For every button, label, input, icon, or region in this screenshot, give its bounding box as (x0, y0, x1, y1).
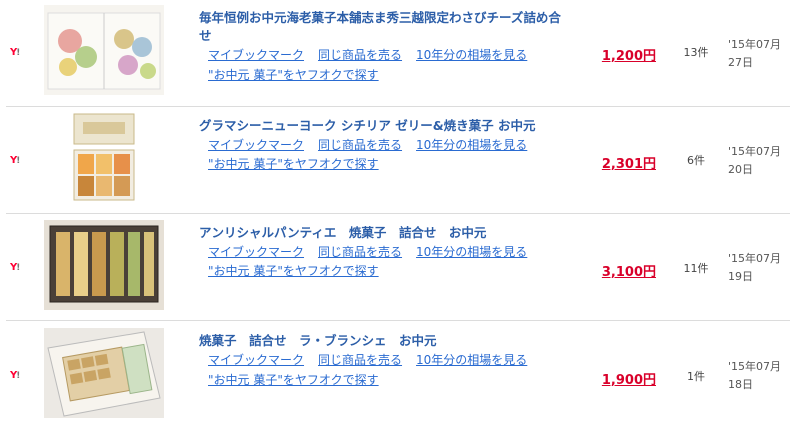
search-yahoo-auction-link[interactable]: "お中元 菓子"をヤフオクで探す (208, 155, 379, 172)
product-image-assortment (44, 220, 164, 310)
product-thumbnail[interactable] (44, 220, 164, 310)
item-price[interactable]: 1,900円 (596, 369, 656, 388)
item-price[interactable]: 3,100円 (596, 261, 656, 280)
my-bookmark-link[interactable]: マイブックマーク (208, 138, 304, 152)
product-image-giftbox (69, 112, 139, 202)
item-price[interactable]: 2,301円 (596, 153, 656, 172)
price-history-link[interactable]: 10年分の相場を見る (416, 48, 527, 62)
bid-count: 13件 (683, 46, 709, 59)
end-date: '15年07月20日 (728, 145, 782, 176)
list-item: Y! 焼菓子 詰合せ ラ・ブランシェ お中元 マイブックマーク 同じ商品を売る 10… (6, 321, 790, 428)
sell-same-item-link[interactable]: 同じ商品を売る (318, 138, 402, 152)
sell-same-item-link[interactable]: 同じ商品を売る (318, 245, 402, 259)
item-actions: マイブックマーク 同じ商品を売る 10年分の相場を見る (208, 351, 541, 368)
item-title-link[interactable]: 焼菓子 詰合せ ラ・ブランシェ お中元 (199, 332, 564, 350)
end-date: '15年07月19日 (728, 252, 782, 283)
item-price[interactable]: 1,200円 (596, 45, 656, 64)
item-actions: マイブックマーク 同じ商品を売る 10年分の相場を見る (208, 243, 541, 260)
price-history-link[interactable]: 10年分の相場を見る (416, 138, 527, 152)
bid-count: 6件 (687, 154, 705, 167)
list-item: Y! アンリシャルパンティエ 焼菓子 詰合せ お中元 マイブックマーク 同じ商品を… (6, 214, 790, 321)
list-item: Y! グラマシーニューヨーク シチリア ゼリー&焼き菓子 お中元 マイブックマー… (6, 107, 790, 214)
sell-same-item-link[interactable]: 同じ商品を売る (318, 353, 402, 367)
product-thumbnail[interactable] (44, 328, 164, 418)
yahoo-auction-icon: Y! (10, 370, 20, 381)
list-item: Y! 毎年恒例お中元海老菓子本舗志ま秀三越限定わさびチーズ詰め合せ マイブックマ… (6, 0, 790, 107)
my-bookmark-link[interactable]: マイブックマーク (208, 245, 304, 259)
yahoo-auction-icon: Y! (10, 47, 20, 58)
search-yahoo-auction-link[interactable]: "お中元 菓子"をヤフオクで探す (208, 371, 379, 388)
item-title-link[interactable]: 毎年恒例お中元海老菓子本舗志ま秀三越限定わさびチーズ詰め合せ (199, 9, 564, 45)
yahoo-auction-icon: Y! (10, 155, 20, 166)
product-thumbnail[interactable] (44, 5, 164, 95)
search-yahoo-auction-link[interactable]: "お中元 菓子"をヤフオクで探す (208, 66, 379, 83)
product-image-catalog (44, 5, 164, 95)
item-title-link[interactable]: アンリシャルパンティエ 焼菓子 詰合せ お中元 (199, 224, 564, 242)
my-bookmark-link[interactable]: マイブックマーク (208, 353, 304, 367)
price-history-link[interactable]: 10年分の相場を見る (416, 245, 527, 259)
my-bookmark-link[interactable]: マイブックマーク (208, 48, 304, 62)
product-image-box (44, 328, 164, 418)
product-thumbnail[interactable] (69, 112, 139, 202)
item-actions: マイブックマーク 同じ商品を売る 10年分の相場を見る (208, 46, 541, 63)
end-date: '15年07月18日 (728, 360, 782, 391)
search-yahoo-auction-link[interactable]: "お中元 菓子"をヤフオクで探す (208, 262, 379, 279)
item-title-link[interactable]: グラマシーニューヨーク シチリア ゼリー&焼き菓子 お中元 (199, 117, 564, 135)
bid-count: 11件 (683, 262, 709, 275)
item-actions: マイブックマーク 同じ商品を売る 10年分の相場を見る (208, 136, 541, 153)
yahoo-auction-icon: Y! (10, 262, 20, 273)
end-date: '15年07月27日 (728, 38, 782, 69)
price-history-link[interactable]: 10年分の相場を見る (416, 353, 527, 367)
bid-count: 1件 (687, 370, 705, 383)
sell-same-item-link[interactable]: 同じ商品を売る (318, 48, 402, 62)
